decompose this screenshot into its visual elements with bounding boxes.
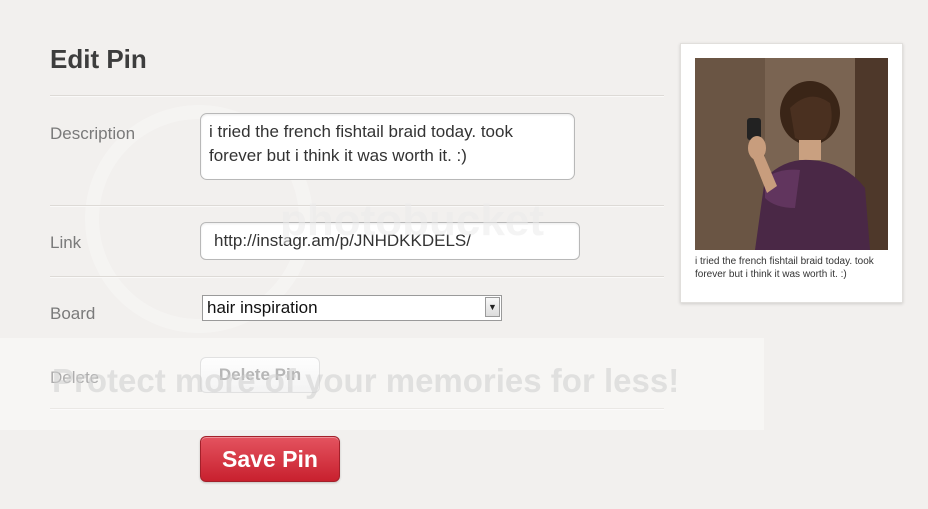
delete-pin-button[interactable]: Delete Pin: [200, 357, 320, 393]
divider: [50, 95, 664, 97]
description-textarea[interactable]: i tried the french fishtail braid today.…: [200, 113, 575, 180]
divider: [50, 205, 664, 207]
board-label: Board: [50, 304, 96, 323]
divider: [50, 276, 664, 278]
link-input[interactable]: http://instagr.am/p/JNHDKKDELS/: [200, 222, 580, 260]
watermark-band: [0, 338, 764, 430]
pin-photo: [695, 58, 888, 250]
save-pin-button[interactable]: Save Pin: [200, 436, 340, 482]
pin-caption: i tried the french fishtail braid today.…: [695, 256, 874, 280]
delete-label: Delete: [50, 368, 100, 387]
watermark-tagline: Protect more of your memories for less!: [52, 362, 680, 399]
board-select[interactable]: hair inspiration ▼: [202, 295, 502, 321]
dropdown-arrow-icon[interactable]: ▼: [485, 297, 500, 317]
divider: [50, 408, 664, 410]
description-label: Description: [50, 124, 136, 143]
link-label: Link: [50, 233, 82, 252]
page-title: Edit Pin: [50, 44, 147, 74]
pin-preview-card: i tried the french fishtail braid today.…: [680, 43, 903, 303]
board-select-value: hair inspiration: [207, 298, 318, 317]
